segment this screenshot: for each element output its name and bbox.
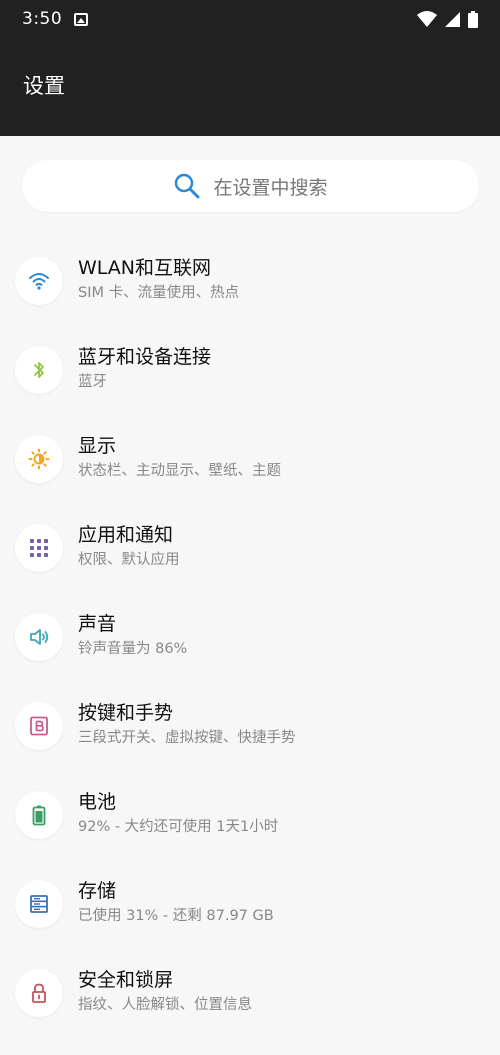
settings-item-title: WLAN和互联网 [78, 257, 212, 279]
bluetooth-icon [15, 345, 63, 394]
settings-item-subtitle: 权限、默认应用 [78, 552, 180, 568]
image-notification-icon [74, 12, 89, 26]
volume-icon [15, 612, 63, 661]
settings-item-subtitle: 蓝牙 [78, 374, 107, 390]
battery-icon [15, 790, 63, 839]
settings-item-title: 显示 [78, 435, 117, 457]
settings-item-security[interactable]: 安全和锁屏 指纹、人脸解锁、位置信息 [0, 948, 500, 1037]
battery-status-icon [468, 10, 478, 28]
settings-item-subtitle: 已使用 31% - 还剩 87.97 GB [78, 908, 274, 924]
settings-item-apps[interactable]: 应用和通知 权限、默认应用 [0, 503, 500, 592]
brightness-icon [15, 434, 63, 483]
search-placeholder: 在设置中搜索 [213, 176, 328, 199]
search-icon [175, 173, 200, 199]
settings-item-title: 电池 [78, 791, 117, 813]
settings-item-subtitle: 92% - 大约还可使用 1天1小时 [78, 819, 279, 835]
status-time: 3:50 [22, 9, 63, 29]
settings-item-title: 应用和通知 [78, 524, 174, 546]
status-icons [417, 10, 478, 28]
storage-icon [15, 879, 63, 928]
settings-item-display[interactable]: 显示 状态栏、主动显示、壁纸、主题 [0, 414, 500, 503]
settings-item-wlan[interactable]: WLAN和互联网 SIM 卡、流量使用、热点 [0, 236, 500, 325]
wifi-signal-icon [417, 11, 437, 27]
apps-grid-icon [15, 523, 63, 572]
settings-item-subtitle: 三段式开关、虚拟按键、快捷手势 [78, 730, 296, 746]
settings-item-title: 安全和锁屏 [78, 969, 174, 991]
settings-item-title: 蓝牙和设备连接 [78, 346, 212, 368]
settings-item-buttons-gestures[interactable]: 按键和手势 三段式开关、虚拟按键、快捷手势 [0, 681, 500, 770]
settings-item-subtitle: 铃声音量为 86% [78, 641, 188, 657]
status-bar: 3:50 [0, 0, 500, 38]
settings-item-sound[interactable]: 声音 铃声音量为 86% [0, 592, 500, 681]
wifi-icon [15, 256, 63, 305]
settings-item-subtitle: SIM 卡、流量使用、热点 [78, 285, 240, 301]
cell-signal-icon [445, 11, 460, 27]
page-title: 设置 [23, 74, 65, 98]
settings-item-title: 按键和手势 [78, 702, 174, 724]
search-bar[interactable]: 在设置中搜索 [22, 160, 479, 212]
settings-item-bluetooth[interactable]: 蓝牙和设备连接 蓝牙 [0, 325, 500, 414]
settings-item-battery[interactable]: 电池 92% - 大约还可使用 1天1小时 [0, 770, 500, 859]
button-b-icon [15, 701, 63, 750]
settings-item-subtitle: 状态栏、主动显示、壁纸、主题 [78, 463, 281, 479]
settings-item-title: 声音 [78, 613, 117, 635]
settings-list: WLAN和互联网 SIM 卡、流量使用、热点 蓝牙和设备连接 蓝牙 显示 状态栏… [0, 236, 500, 1037]
settings-item-title: 存储 [78, 880, 117, 902]
app-bar: 设置 [0, 38, 500, 136]
settings-item-subtitle: 指纹、人脸解锁、位置信息 [78, 997, 252, 1013]
lock-icon [15, 968, 63, 1017]
settings-item-storage[interactable]: 存储 已使用 31% - 还剩 87.97 GB [0, 859, 500, 948]
